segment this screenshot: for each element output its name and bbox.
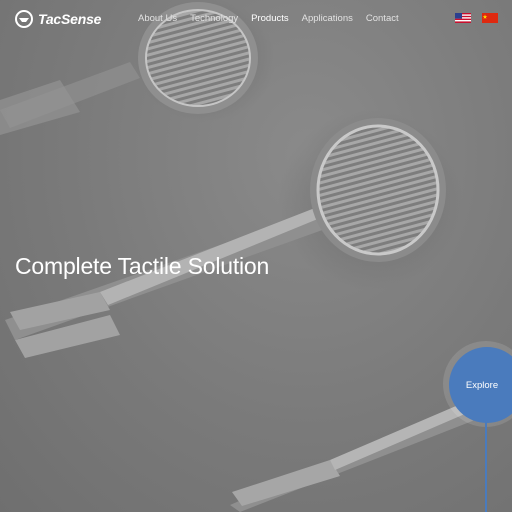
hero-title: Complete Tactile Solution — [15, 253, 270, 280]
scroll-indicator-line — [485, 421, 487, 512]
nav-item-technology[interactable]: Technology — [190, 13, 238, 24]
brand-name: TacSense — [38, 11, 102, 27]
nav-item-applications[interactable]: Applications — [302, 13, 353, 24]
us-flag-icon[interactable] — [455, 13, 471, 23]
nav-item-contact[interactable]: Contact — [366, 13, 399, 24]
nav-item-about-us[interactable]: About Us — [138, 13, 177, 24]
brand-logo[interactable]: TacSense — [14, 9, 101, 29]
logo-mark-icon — [15, 10, 33, 28]
nav-item-products[interactable]: Products — [251, 13, 289, 24]
site-header: TacSense About Us Technology Products Ap… — [0, 0, 512, 38]
cn-flag-icon[interactable] — [482, 13, 498, 23]
main-nav: About Us Technology Products Application… — [138, 13, 412, 24]
language-switcher — [455, 13, 498, 23]
